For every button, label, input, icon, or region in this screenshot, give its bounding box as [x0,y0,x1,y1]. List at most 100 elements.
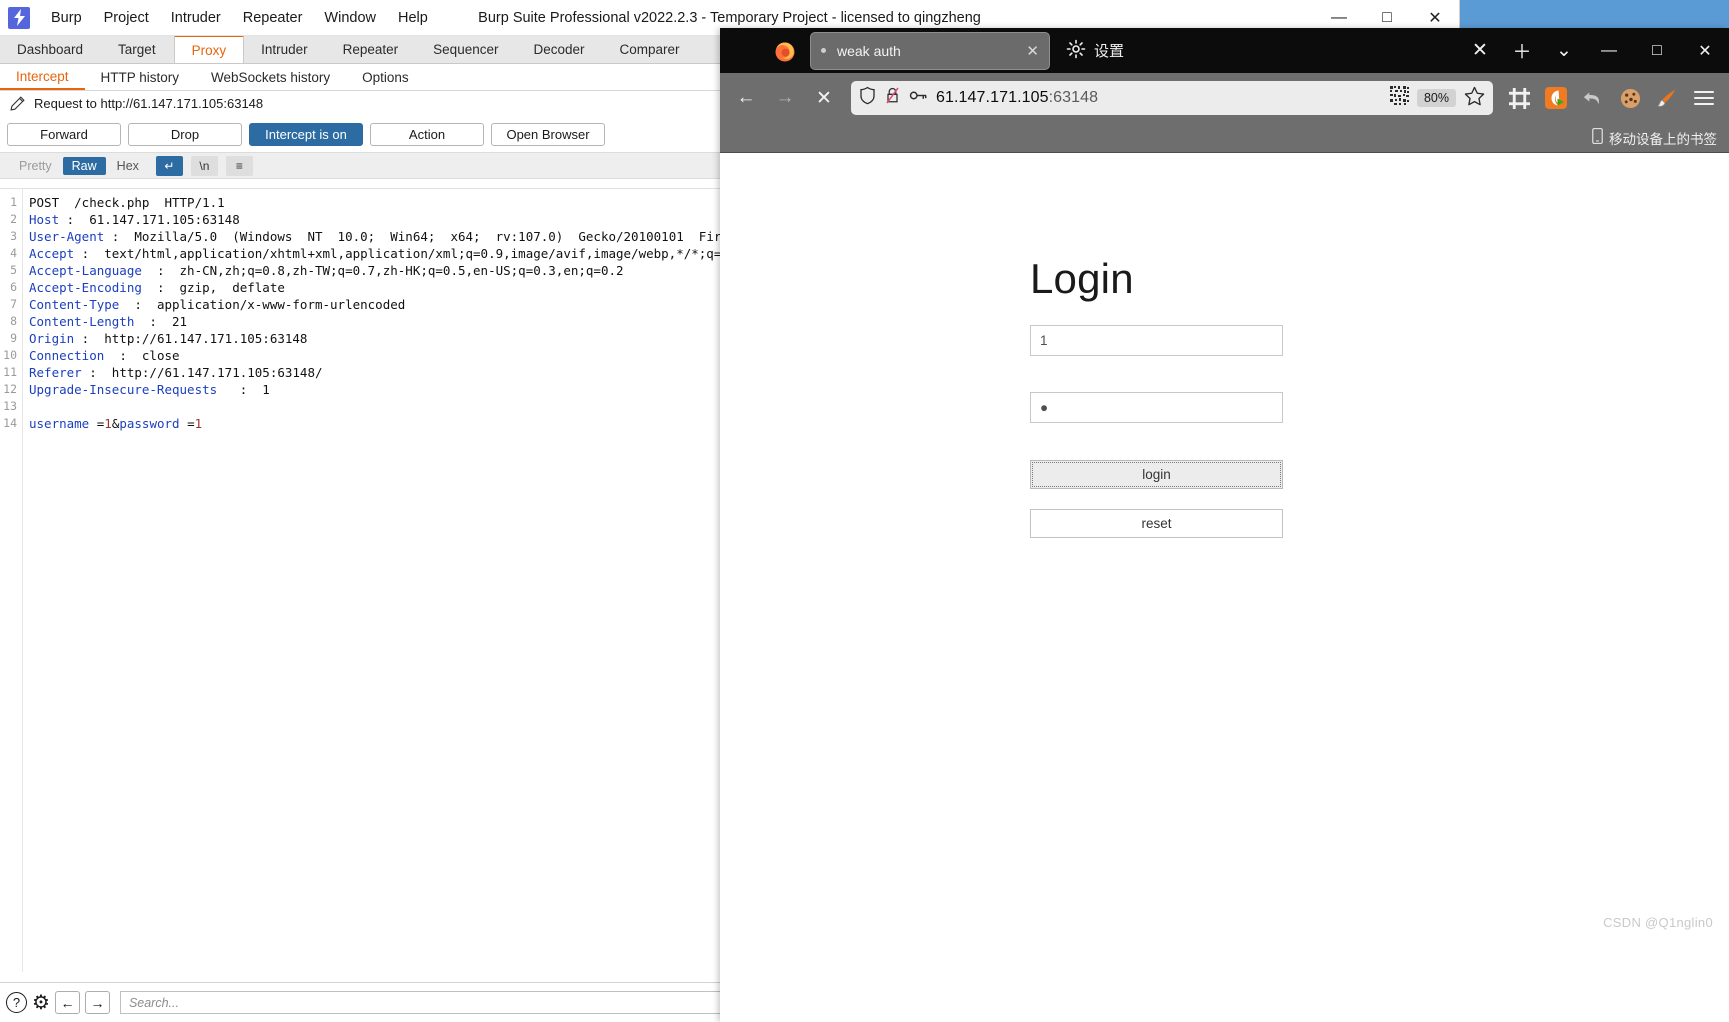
new-tab-icon[interactable]: ＋ [1501,28,1543,73]
firefox-tab-bar: weak auth ✕ 设置 ✕ ＋ ⌄ — □ ✕ [720,28,1729,73]
request-line-segment: Accept [29,246,75,261]
menu-item-burp[interactable]: Burp [40,6,93,30]
password-input[interactable] [1030,392,1283,423]
theme-paintbrush-icon[interactable] [1650,81,1684,115]
menu-item-intruder[interactable]: Intruder [160,6,232,30]
editor-mode-pretty[interactable]: Pretty [10,157,61,175]
login-button[interactable]: login [1030,460,1283,489]
request-line-segment: POST /check.php HTTP/1.1 [29,195,225,210]
cookie-manager-icon[interactable] [1613,81,1647,115]
tab-sequencer[interactable]: Sequencer [416,36,516,63]
zoom-level-badge[interactable]: 80% [1416,89,1456,107]
tab-target[interactable]: Target [101,36,174,63]
subtab-http-history[interactable]: HTTP history [85,64,196,90]
request-line-segment: Connection [29,348,105,363]
hamburger-menu-icon[interactable] [1687,81,1721,115]
menu-item-repeater[interactable]: Repeater [232,6,314,30]
tab-comparer[interactable]: Comparer [603,36,698,63]
firefox-window: weak auth ✕ 设置 ✕ ＋ ⌄ — □ ✕ ← → ✕ 61.147.… [720,28,1729,1022]
page-title: Login [1030,255,1134,302]
list-all-tabs-icon[interactable]: ⌄ [1543,28,1585,73]
firefox-tabbar-right-controls: ✕ ＋ ⌄ — □ ✕ [1459,28,1729,73]
request-line-segment: : http://61.147.171.105:63148/ [81,365,323,380]
search-placeholder-text: Search... [128,995,179,1010]
bookmark-star-icon[interactable] [1464,86,1485,111]
flash-player-icon[interactable] [1539,81,1573,115]
subtab-options[interactable]: Options [346,64,425,90]
close-tab-strip-icon[interactable]: ✕ [1459,28,1501,73]
forward-button[interactable]: Forward [7,122,121,146]
burp-menubar[interactable]: Burp Project Intruder Repeater Window Help [40,6,439,30]
qr-code-icon[interactable] [1389,86,1409,110]
burp-request-target-label: Request to http://61.147.171.105:63148 [34,96,264,111]
editor-menu-icon[interactable]: ≡ [225,155,253,176]
request-line-segment: Content-Type [29,297,120,312]
line-number: 13 [3,399,17,413]
url-text[interactable]: 61.147.171.105:63148 [936,89,1382,107]
word-wrap-icon[interactable]: ↵ [155,155,183,176]
browser-tab-weak-auth[interactable]: weak auth ✕ [810,31,1050,70]
menu-item-project[interactable]: Project [93,6,160,30]
undo-close-tab-icon[interactable] [1576,81,1610,115]
tab-decoder[interactable]: Decoder [516,36,602,63]
show-newlines-icon[interactable]: \n [190,155,218,176]
forward-icon[interactable]: → [767,80,803,116]
username-input[interactable] [1030,325,1283,356]
tab-dashboard[interactable]: Dashboard [0,36,101,63]
tab-intruder[interactable]: Intruder [244,36,326,63]
request-line-segment: = [89,416,105,431]
line-number: 4 [10,246,17,260]
gear-icon [1066,39,1086,63]
firefox-maximize-button[interactable]: □ [1633,28,1681,73]
close-icon[interactable]: ✕ [1018,42,1039,60]
open-browser-button[interactable]: Open Browser [491,122,605,146]
mobile-bookmarks-label[interactable]: 移动设备上的书签 [1609,128,1717,148]
status-back-button[interactable]: ← [54,991,80,1014]
screenshot-crop-icon[interactable] [1502,81,1536,115]
subtab-websockets-history[interactable]: WebSockets history [195,64,346,90]
editor-mode-raw[interactable]: Raw [62,156,106,175]
burp-line-numbers: 1 2 3 4 5 6 7 8 9 10 11 12 13 14 [0,189,23,972]
firefox-close-button[interactable]: ✕ [1681,28,1729,73]
reset-button[interactable]: reset [1030,509,1283,538]
request-line-segment: : gzip, deflate [141,280,285,295]
menu-item-window[interactable]: Window [313,6,387,30]
url-port: :63148 [1048,89,1099,106]
request-line-segment: Content-Length [29,314,135,329]
edit-pencil-icon [10,96,25,111]
tab-repeater[interactable]: Repeater [326,36,417,63]
request-line-segment: : Mozilla/5.0 (Windows NT 10.0; Win64; x… [104,229,797,244]
back-icon[interactable]: ← [728,80,764,116]
editor-mode-hex[interactable]: Hex [108,157,148,175]
tracking-protection-blocked-icon[interactable] [884,86,901,110]
key-login-icon[interactable] [909,88,928,108]
subtab-intercept[interactable]: Intercept [0,64,85,90]
web-page-content: Login login reset CSDN @Q1nglin0 [720,155,1729,1022]
tab-indicator-dot [821,48,826,53]
menu-item-help[interactable]: Help [387,6,439,30]
help-icon[interactable]: ? [6,992,27,1013]
intercept-is-on-button[interactable]: Intercept is on [249,122,363,146]
csdn-watermark: CSDN @Q1nglin0 [1603,915,1713,930]
stop-icon[interactable]: ✕ [806,80,842,116]
request-line-segment: Accept-Language [29,263,142,278]
tab-proxy[interactable]: Proxy [173,35,245,63]
browser-tab-settings[interactable]: 设置 [1066,39,1124,63]
line-number: 1 [10,195,17,209]
gear-icon[interactable]: ⚙ [32,993,50,1013]
line-number: 14 [3,416,17,430]
request-line-segment: password [119,416,180,431]
firefox-navigation-bar: ← → ✕ 61.147.171.105:63148 80% [720,73,1729,123]
request-line-segment: User-Agent [29,229,105,244]
shield-icon[interactable] [859,86,876,110]
firefox-minimize-button[interactable]: — [1585,28,1633,73]
address-bar[interactable]: 61.147.171.105:63148 80% [851,81,1493,115]
drop-button[interactable]: Drop [128,122,242,146]
request-line-segment: username [29,416,90,431]
request-line-segment: 1 [194,416,203,431]
request-line-segment: Host [29,212,60,227]
line-number: 8 [10,314,17,328]
status-forward-button[interactable]: → [84,991,110,1014]
action-button[interactable]: Action [370,122,484,146]
request-line-segment: : application/x-www-form-urlencoded [119,297,406,312]
